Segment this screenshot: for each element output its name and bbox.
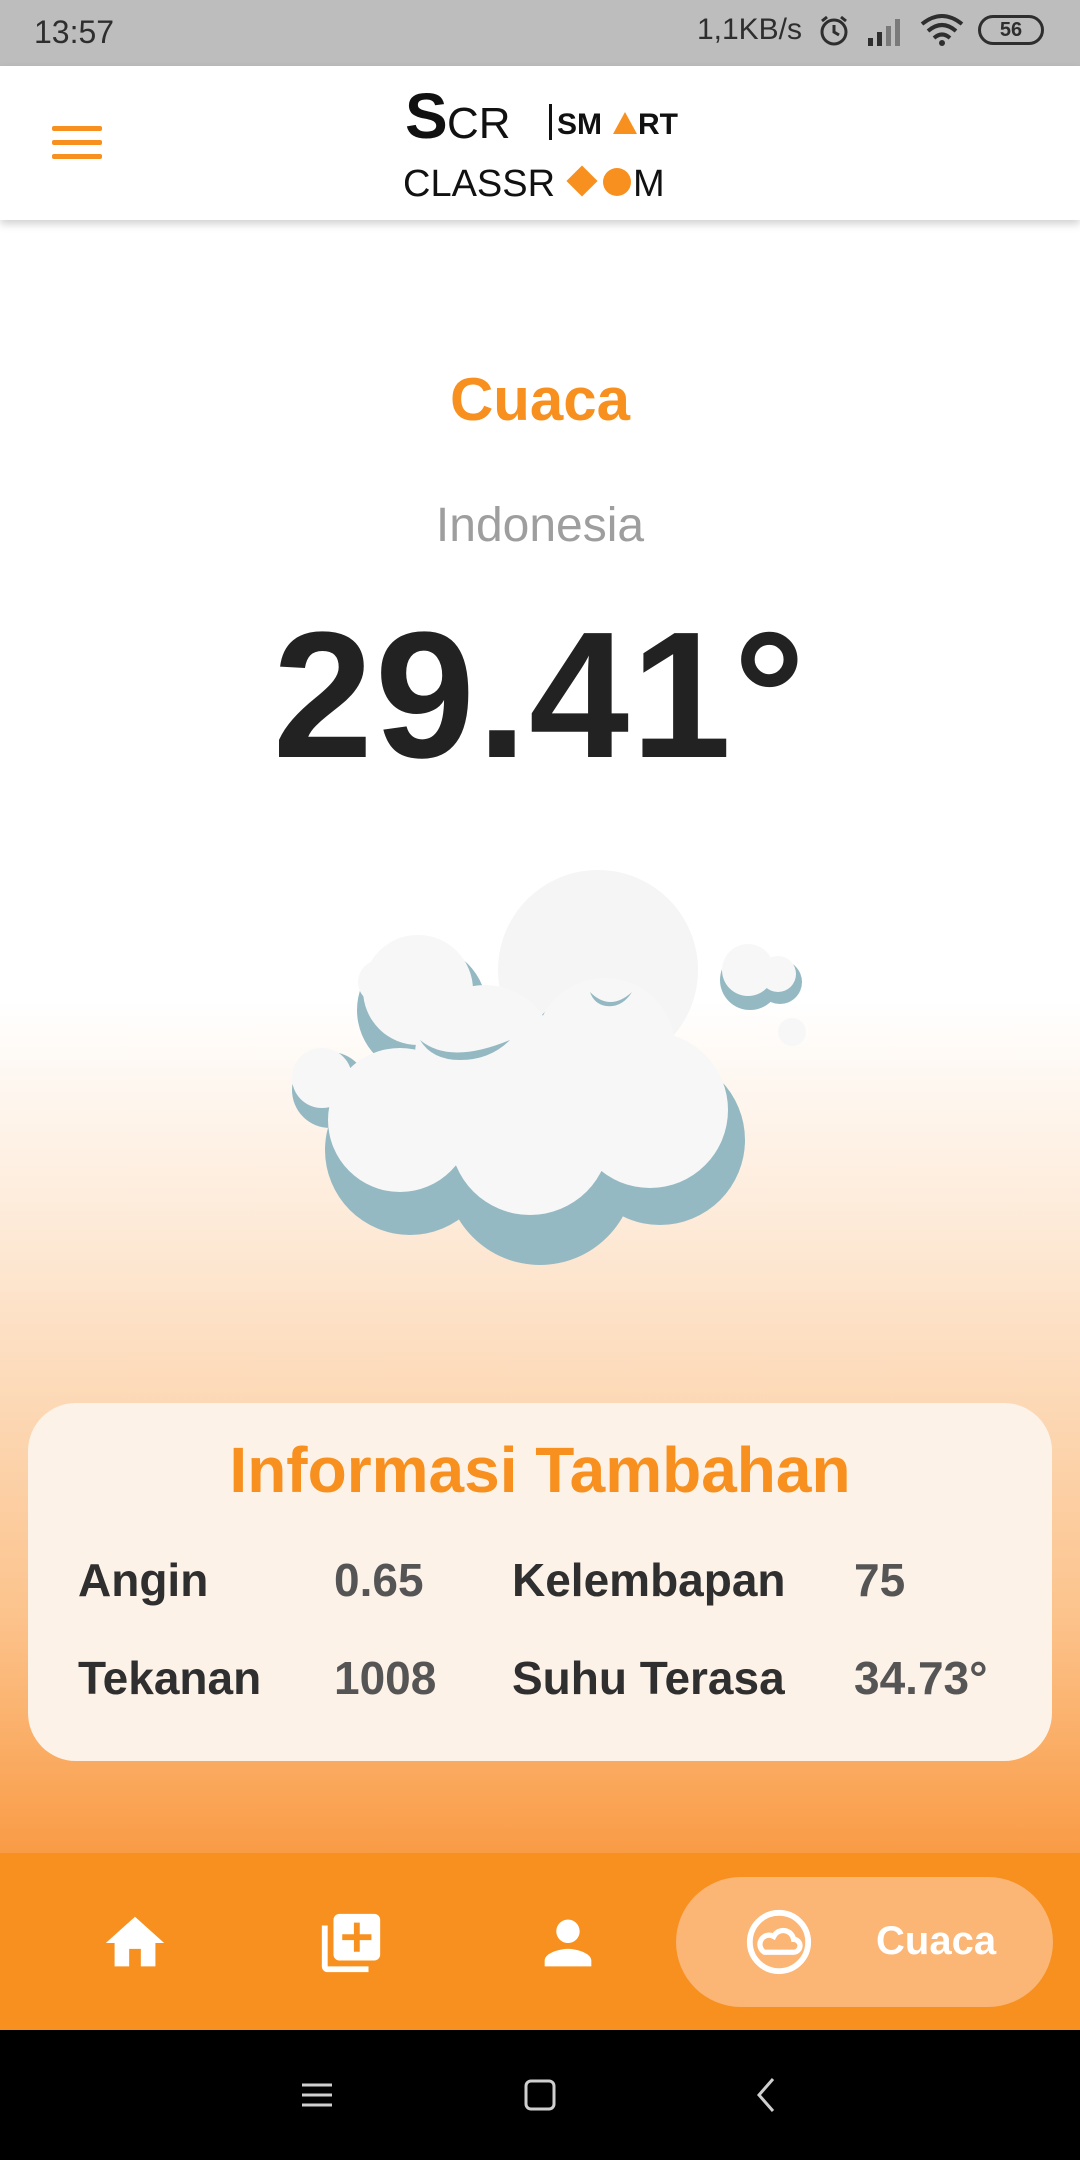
status-time: 13:57: [34, 14, 115, 50]
cloud-weather-icon: [292, 870, 806, 1265]
feels-like-value: 34.73°: [854, 1652, 988, 1704]
pressure-label: Tekanan: [78, 1652, 262, 1704]
info-card: Informasi Tambahan Angin 0.65 Kelembapan…: [28, 1403, 1052, 1761]
svg-text:RT: RT: [638, 108, 678, 141]
feels-like-label: Suhu Terasa: [512, 1652, 785, 1704]
wind-label: Angin: [78, 1554, 209, 1606]
add-library-icon[interactable]: [316, 1908, 386, 1978]
wifi-icon: [920, 14, 964, 46]
app-bar: S CR SM RT CLASSR M: [0, 66, 1080, 220]
svg-text:SM: SM: [557, 108, 602, 141]
pressure-value: 1008: [334, 1652, 437, 1704]
cloud-icon: [746, 1909, 812, 1975]
signal-icon: [868, 19, 900, 46]
info-card-title: Informasi Tambahan: [229, 1434, 851, 1506]
humidity-value: 75: [854, 1554, 906, 1606]
location-label: Indonesia: [435, 499, 645, 552]
system-navigation-bar: [0, 2030, 1080, 2160]
nav-item-weather-label: Cuaca: [876, 1919, 997, 1963]
recents-menu-icon[interactable]: [292, 2070, 342, 2120]
app-logo: S CR SM RT CLASSR M: [405, 86, 678, 205]
status-bar: 13:57 1,1KB/s 56: [0, 0, 1080, 66]
home-icon[interactable]: [100, 1908, 170, 1978]
page-title: Cuaca: [449, 366, 631, 433]
wind-value: 0.65: [334, 1554, 424, 1606]
svg-text:CLASSR: CLASSR: [405, 163, 555, 205]
battery-indicator: 56: [978, 15, 1044, 45]
bottom-navigation: Cuaca: [0, 1853, 1080, 2030]
temperature-value: 29.41°: [272, 595, 808, 796]
menu-icon[interactable]: [52, 126, 102, 162]
status-icons: 1,1KB/s 56: [697, 12, 1044, 48]
nav-item-weather[interactable]: Cuaca: [676, 1877, 1053, 2007]
svg-text:S: S: [405, 86, 448, 152]
svg-text:M: M: [633, 163, 665, 205]
network-speed: 1,1KB/s: [696, 13, 802, 46]
svg-text:CR: CR: [447, 99, 511, 148]
back-icon[interactable]: [742, 2070, 792, 2120]
battery-level: 56: [999, 18, 1023, 41]
humidity-label: Kelembapan: [512, 1554, 786, 1606]
person-icon[interactable]: [533, 1908, 603, 1978]
home-square-icon[interactable]: [515, 2070, 565, 2120]
alarm-icon: [820, 15, 848, 46]
